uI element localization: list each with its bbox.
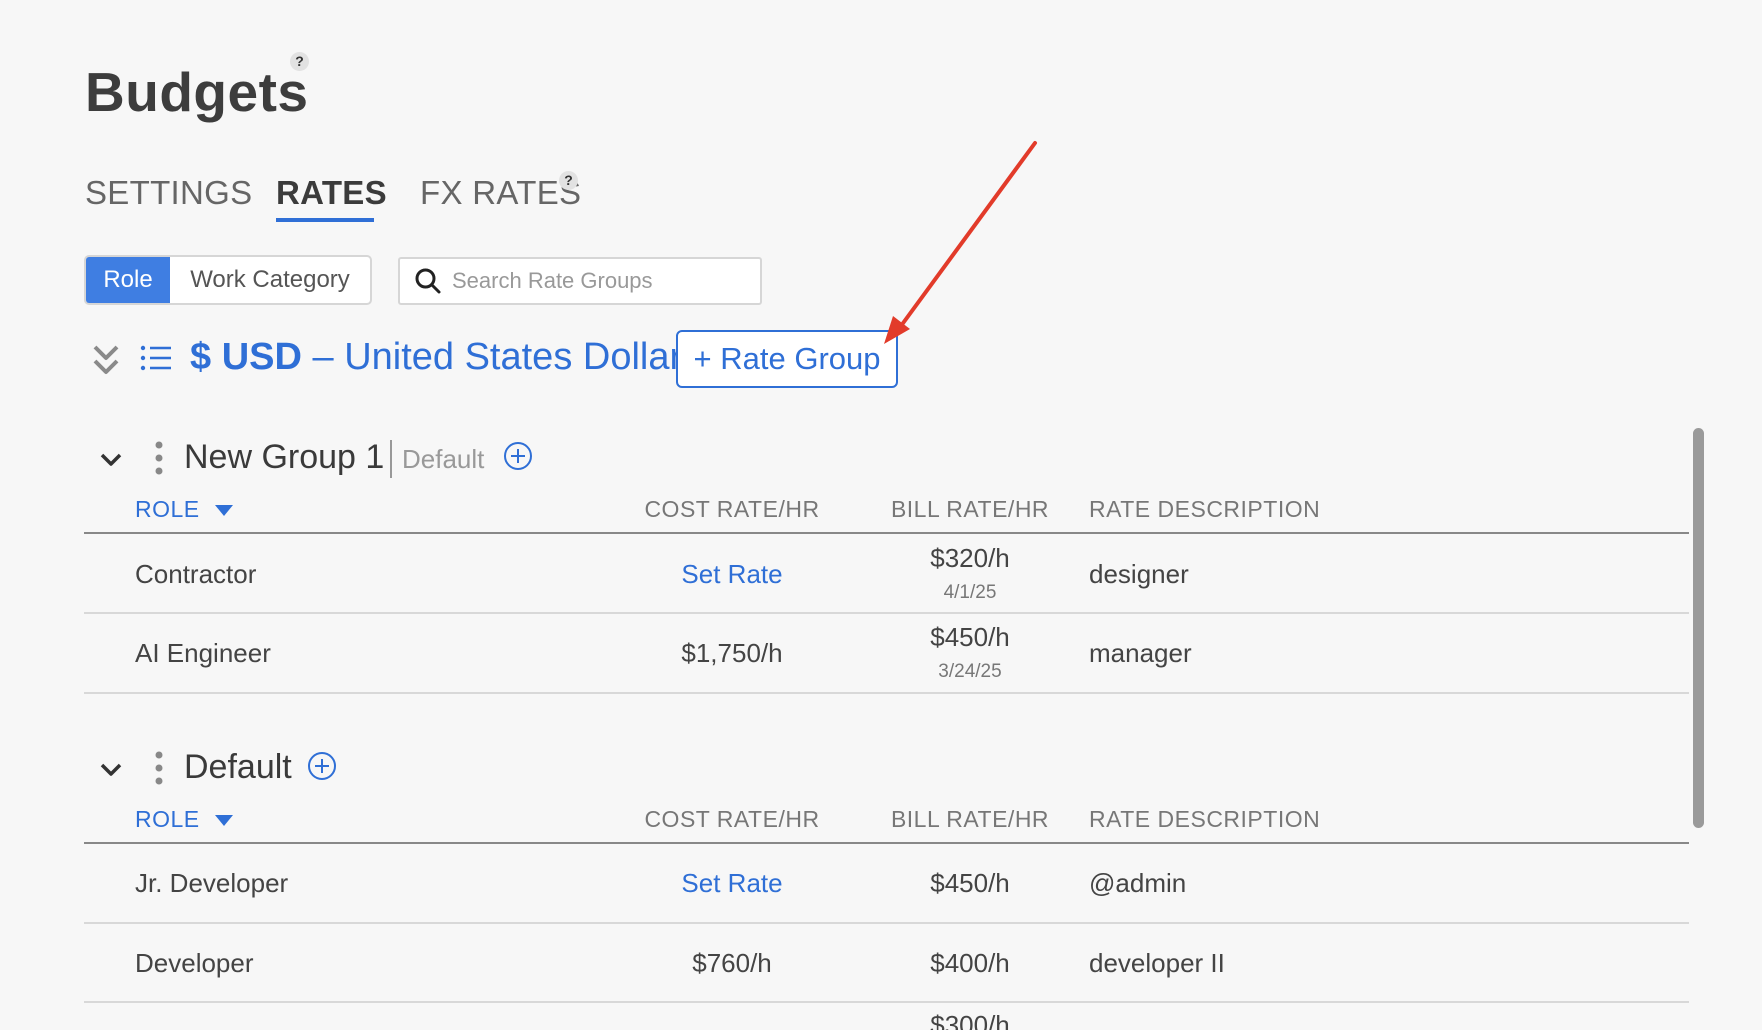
row-divider	[84, 1001, 1689, 1003]
group-divider	[390, 440, 392, 478]
tab-rates[interactable]: RATES	[276, 174, 387, 212]
table-header-divider	[84, 842, 1689, 844]
bill-rate[interactable]: $400/h	[930, 948, 1010, 979]
column-header-description: RATE DESCRIPTION	[1089, 806, 1321, 832]
more-menu-icon[interactable]	[154, 440, 164, 476]
table-header-divider	[84, 532, 1689, 534]
bill-rate[interactable]: $450/h	[930, 622, 1010, 653]
search-icon	[415, 268, 441, 294]
add-role-icon[interactable]	[307, 751, 337, 781]
collapse-all-icon[interactable]	[92, 342, 120, 378]
toggle-role[interactable]: Role	[86, 257, 170, 303]
column-header-role[interactable]: ROLE	[135, 496, 233, 523]
row-role: Developer	[135, 948, 254, 978]
rate-description: designer	[1089, 559, 1189, 589]
bill-rate-date: 3/24/25	[938, 661, 1002, 682]
currency-code: $ USD	[190, 336, 302, 378]
chevron-down-icon[interactable]	[100, 762, 122, 778]
column-header-description: RATE DESCRIPTION	[1089, 496, 1321, 522]
add-rate-group-button[interactable]: + Rate Group	[676, 330, 898, 388]
rate-description: manager	[1089, 638, 1192, 668]
add-role-icon[interactable]	[503, 441, 533, 471]
tab-fx-rates[interactable]: FX RATES	[420, 174, 581, 212]
row-divider	[84, 612, 1689, 614]
bill-rate-date: 4/1/25	[943, 582, 997, 603]
sort-caret-icon	[214, 815, 233, 826]
tab-settings[interactable]: SETTINGS	[85, 174, 252, 212]
search-box	[398, 257, 762, 305]
column-header-cost: COST RATE/HR	[644, 806, 820, 832]
row-role: Contractor	[135, 559, 257, 589]
currency-label: $ USD – United States Dollar	[190, 336, 682, 379]
budgets-help-icon[interactable]: ?	[290, 52, 309, 71]
page-title: Budgets	[85, 61, 309, 123]
row-divider	[84, 692, 1689, 694]
toggle-work-category[interactable]: Work Category	[170, 257, 370, 303]
cost-rate[interactable]: $760/h	[692, 948, 772, 979]
rate-description: @admin	[1089, 868, 1187, 898]
column-header-role-label: ROLE	[135, 496, 200, 522]
sort-caret-icon	[214, 505, 233, 516]
more-menu-icon[interactable]	[154, 750, 164, 786]
group-name[interactable]: New Group 1	[184, 438, 384, 477]
cost-rate[interactable]: $1,750/h	[681, 638, 782, 669]
row-divider	[84, 922, 1689, 924]
group-name[interactable]: Default	[184, 748, 292, 787]
scrollbar-thumb[interactable]	[1693, 428, 1704, 828]
bill-rate[interactable]: $300/h	[930, 1010, 1010, 1030]
active-tab-indicator	[276, 218, 374, 222]
column-header-bill: BILL RATE/HR	[890, 806, 1050, 832]
set-rate-link[interactable]: Set Rate	[681, 868, 782, 899]
rate-description: developer II	[1089, 948, 1225, 978]
column-header-cost: COST RATE/HR	[644, 496, 820, 522]
column-header-bill: BILL RATE/HR	[890, 496, 1050, 522]
row-role: AI Engineer	[135, 638, 271, 668]
search-input[interactable]	[452, 268, 742, 294]
chevron-down-icon[interactable]	[100, 452, 122, 468]
set-rate-link[interactable]: Set Rate	[681, 559, 782, 590]
group-default-tag: Default	[402, 444, 485, 474]
column-header-role[interactable]: ROLE	[135, 806, 233, 833]
bill-rate[interactable]: $320/h	[930, 543, 1010, 574]
currency-name: United States Dollar	[344, 336, 683, 378]
rate-type-toggle: Role Work Category	[84, 255, 372, 305]
row-role: Jr. Developer	[135, 868, 289, 898]
currency-dash: –	[312, 336, 334, 378]
column-header-role-label: ROLE	[135, 806, 200, 832]
bill-rate[interactable]: $450/h	[930, 868, 1010, 899]
fx-rates-help-icon[interactable]: ?	[559, 171, 578, 190]
list-icon[interactable]	[140, 344, 172, 372]
